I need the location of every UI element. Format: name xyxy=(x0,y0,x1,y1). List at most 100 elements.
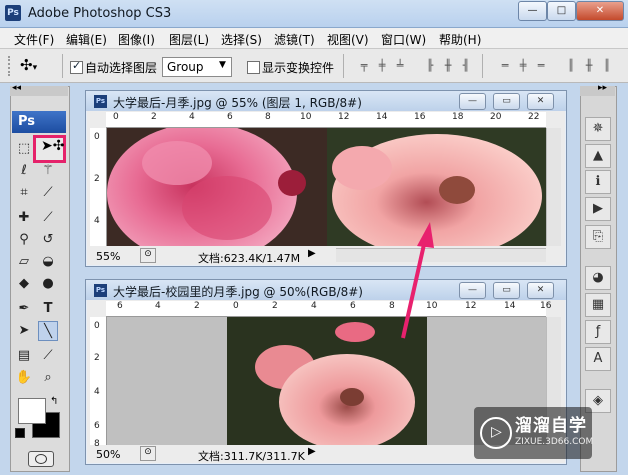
document-1-size: 文档:623.4K/1.47M xyxy=(198,252,301,265)
document-1-maximize-button[interactable]: ▭ xyxy=(493,93,520,110)
zoom-tool-icon[interactable]: ⌕ xyxy=(38,368,58,388)
document-window-1[interactable]: Ps 大学最后-月季.jpg @ 55% (图层 1, RGB/8#) — ▭ … xyxy=(85,90,567,267)
close-button[interactable]: ✕ xyxy=(576,1,624,21)
distribute-vcenter-icon[interactable]: ╪ xyxy=(515,58,531,74)
minimize-button[interactable]: — xyxy=(518,1,547,21)
document-2-minimize-button[interactable]: — xyxy=(459,282,486,299)
align-bottom-icon[interactable]: ╧ xyxy=(392,58,408,74)
document-1-zoom[interactable]: 55% xyxy=(96,250,120,263)
clone-stamp-tool-icon[interactable]: ⚲ xyxy=(14,230,34,250)
hand-tool-icon[interactable]: ✋ xyxy=(14,368,34,388)
status-arrow-icon[interactable]: ▶ xyxy=(308,446,316,457)
quick-mask-icon[interactable] xyxy=(28,451,54,467)
type-tool-icon[interactable]: T xyxy=(38,299,58,319)
status-menu-icon[interactable]: ⊙ xyxy=(140,446,156,461)
info-icon[interactable]: ℹ xyxy=(585,170,611,194)
menu-help[interactable]: 帮助(H) xyxy=(439,31,481,48)
menu-window[interactable]: 窗口(W) xyxy=(381,31,426,48)
menu-view[interactable]: 视图(V) xyxy=(327,31,369,48)
ruler-tick: 2 xyxy=(151,112,157,122)
align-right-icon[interactable]: ╢ xyxy=(458,58,474,74)
crop-tool-icon[interactable]: ⌗ xyxy=(14,183,34,203)
distribute-left-icon[interactable]: ║ xyxy=(563,58,579,74)
dodge-tool-icon[interactable]: ● xyxy=(38,274,58,294)
menu-select[interactable]: 选择(S) xyxy=(221,31,262,48)
menu-layer[interactable]: 图层(L) xyxy=(169,31,209,48)
notes-tool-icon[interactable]: ▤ xyxy=(14,346,34,366)
menu-file[interactable]: 文件(F) xyxy=(14,31,54,48)
actions-icon[interactable]: ▶ xyxy=(585,197,611,221)
show-transform-checkbox[interactable] xyxy=(247,61,260,74)
swap-colors-icon[interactable]: ↰ xyxy=(50,396,58,407)
histogram-icon[interactable]: ▲ xyxy=(585,144,611,168)
healing-brush-tool-icon[interactable]: ✚ xyxy=(14,208,34,228)
document-1-canvas[interactable] xyxy=(107,128,546,246)
align-hcenter-icon[interactable]: ╫ xyxy=(440,58,456,74)
document-1-titlebar[interactable]: Ps 大学最后-月季.jpg @ 55% (图层 1, RGB/8#) — ▭ … xyxy=(86,91,566,111)
distribute-hcenter-icon[interactable]: ╫ xyxy=(581,58,597,74)
menu-image[interactable]: 图像(I) xyxy=(118,31,155,48)
distribute-top-icon[interactable]: ═ xyxy=(497,58,513,74)
separator xyxy=(482,54,483,78)
pen-tool-icon[interactable]: ✒ xyxy=(14,299,34,319)
move-tool-highlight[interactable]: ➤✣ xyxy=(33,135,66,163)
eraser-tool-icon[interactable]: ▱ xyxy=(14,252,34,272)
document-1-vertical-ruler: 0 2 4 xyxy=(90,128,107,246)
dropdown-value: Group xyxy=(167,60,204,74)
distribute-bottom-icon[interactable]: ═ xyxy=(533,58,549,74)
dock-header[interactable]: ▸▸ xyxy=(580,83,615,96)
document-1-vertical-scrollbar[interactable] xyxy=(546,128,561,246)
line-tool-icon[interactable]: ╲ xyxy=(38,321,58,341)
ruler-tick: 4 xyxy=(189,112,195,122)
watermark-logo-icon: ▷ xyxy=(480,417,512,449)
menu-filter[interactable]: 滤镜(T) xyxy=(274,31,315,48)
toolbox-header[interactable]: ◂◂ xyxy=(10,83,68,96)
lasso-tool-icon[interactable]: ℓ xyxy=(14,161,34,181)
eyedropper-tool-icon[interactable]: ⟋ xyxy=(38,346,58,366)
ruler-tick: 4 xyxy=(94,216,100,226)
align-vcenter-icon[interactable]: ╪ xyxy=(374,58,390,74)
show-transform-label: 显示变换控件 xyxy=(262,61,335,75)
default-colors-icon[interactable] xyxy=(15,428,25,438)
auto-select-dropdown[interactable]: Group ▼ xyxy=(162,57,232,77)
foreground-color-swatch[interactable] xyxy=(18,398,46,424)
navigator-icon[interactable]: ✵ xyxy=(585,117,611,141)
status-menu-icon[interactable]: ⊙ xyxy=(140,248,156,263)
distribute-right-icon[interactable]: ║ xyxy=(599,58,615,74)
document-2-close-button[interactable]: ✕ xyxy=(527,282,554,299)
brush-tool-icon[interactable]: ⟋ xyxy=(38,208,58,228)
document-2-titlebar[interactable]: Ps 大学最后-校园里的月季.jpg @ 50%(RGB/8#) — ▭ ✕ xyxy=(86,280,566,300)
document-1-close-button[interactable]: ✕ xyxy=(527,93,554,110)
document-1-minimize-button[interactable]: — xyxy=(459,93,486,110)
auto-select-checkbox[interactable] xyxy=(70,59,83,74)
options-grip[interactable] xyxy=(8,56,14,76)
path-selection-tool-icon[interactable]: ➤ xyxy=(14,321,34,341)
app-title: Adobe Photoshop CS3 xyxy=(28,6,172,21)
document-2-zoom[interactable]: 50% xyxy=(96,448,120,461)
document-2-maximize-button[interactable]: ▭ xyxy=(493,282,520,299)
status-arrow-icon[interactable]: ▶ xyxy=(308,248,316,259)
blur-tool-icon[interactable]: ◆ xyxy=(14,274,34,294)
document-2-size: 文档:311.7K/311.7K xyxy=(198,450,305,463)
document-ps-icon: Ps xyxy=(94,95,107,108)
paint-bucket-tool-icon[interactable]: ◒ xyxy=(38,252,58,272)
maximize-button[interactable]: □ xyxy=(547,1,576,21)
slice-tool-icon[interactable]: ⟋ xyxy=(38,183,58,203)
styles-icon[interactable]: ƒ xyxy=(585,320,611,344)
history-icon[interactable]: ⎘ xyxy=(585,225,611,249)
character-icon[interactable]: A xyxy=(585,347,611,371)
move-tool-icon[interactable]: ✣▾ xyxy=(20,56,54,78)
document-1-horizontal-ruler: 0 2 4 6 8 10 12 14 16 18 20 22 xyxy=(106,112,546,128)
document-1-horizontal-scrollbar[interactable] xyxy=(336,248,546,262)
menu-edit[interactable]: 编辑(E) xyxy=(66,31,107,48)
marquee-tool-icon[interactable]: ⬚ xyxy=(14,139,34,159)
magic-wand-tool-icon[interactable]: ⚚ xyxy=(38,161,58,181)
history-brush-tool-icon[interactable]: ↺ xyxy=(38,230,58,250)
align-left-icon[interactable]: ╟ xyxy=(422,58,438,74)
ruler-tick: 16 xyxy=(540,301,552,311)
swatches-icon[interactable]: ▦ xyxy=(585,293,611,317)
ruler-tick: 22 xyxy=(528,112,540,122)
color-palette-icon[interactable]: ◕ xyxy=(585,266,611,290)
ruler-tick: 18 xyxy=(452,112,464,122)
align-top-icon[interactable]: ╤ xyxy=(356,58,372,74)
